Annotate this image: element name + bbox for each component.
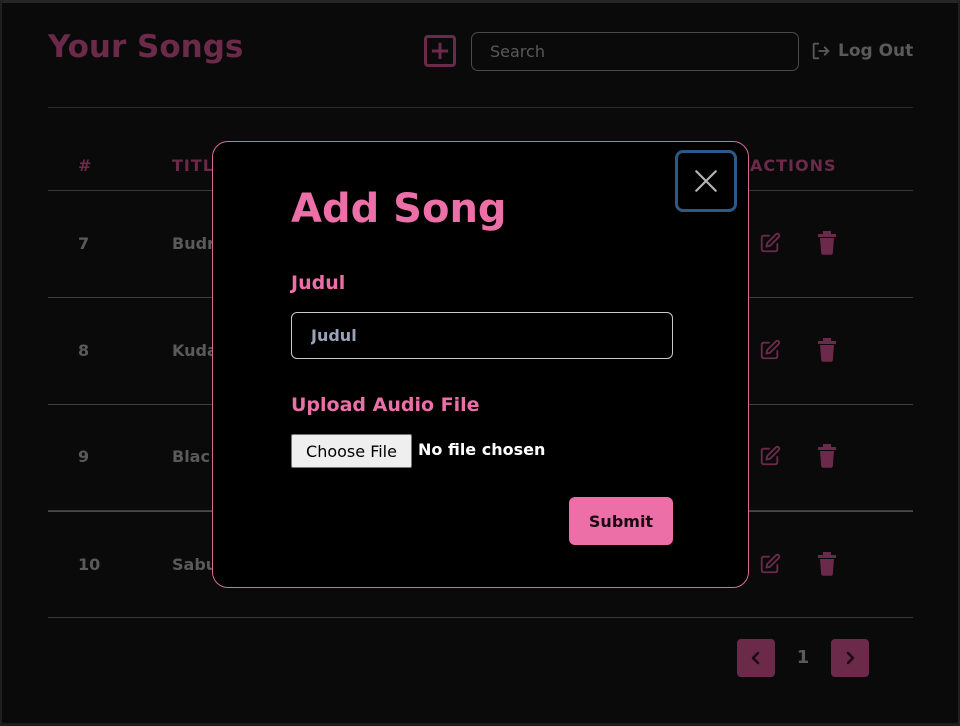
search-input[interactable] bbox=[471, 32, 799, 71]
page-title: Your Songs bbox=[48, 29, 244, 65]
trash-icon[interactable] bbox=[817, 444, 837, 468]
row-number: 7 bbox=[78, 234, 90, 253]
choose-file-button[interactable]: Choose File bbox=[291, 434, 412, 468]
row-title: Blac bbox=[172, 447, 210, 466]
add-song-button[interactable]: + bbox=[424, 35, 456, 67]
trash-icon[interactable] bbox=[817, 231, 837, 255]
row-number: 10 bbox=[78, 555, 101, 574]
title-input[interactable] bbox=[291, 312, 673, 359]
current-page-number: 1 bbox=[796, 647, 810, 668]
upload-label: Upload Audio File bbox=[291, 394, 480, 416]
logout-icon bbox=[812, 42, 830, 60]
trash-icon[interactable] bbox=[817, 552, 837, 576]
file-status: No file chosen bbox=[418, 440, 546, 459]
logout-label: Log Out bbox=[838, 41, 914, 61]
chevron-right-icon bbox=[846, 651, 855, 665]
edit-icon[interactable] bbox=[759, 553, 781, 575]
app-window: Your Songs + Log Out # TITL ACTIONS 7 Bu… bbox=[0, 0, 960, 726]
title-field-label: Judul bbox=[291, 272, 346, 294]
table-bottom-divider bbox=[48, 617, 913, 618]
edit-icon[interactable] bbox=[759, 232, 781, 254]
column-title: TITL bbox=[172, 156, 214, 175]
header-divider bbox=[48, 107, 913, 108]
edit-icon[interactable] bbox=[759, 339, 781, 361]
row-title: Sabu bbox=[172, 555, 218, 574]
next-page-button[interactable] bbox=[831, 639, 869, 677]
column-actions: ACTIONS bbox=[750, 156, 837, 175]
trash-icon[interactable] bbox=[817, 338, 837, 362]
row-number: 8 bbox=[78, 341, 90, 360]
add-song-modal: Add Song Judul Upload Audio File Choose … bbox=[212, 141, 749, 588]
logout-button[interactable]: Log Out bbox=[810, 39, 913, 63]
plus-square-icon: + bbox=[429, 36, 451, 66]
row-title: Budr bbox=[172, 234, 215, 253]
column-number: # bbox=[78, 156, 93, 175]
close-button[interactable] bbox=[675, 150, 737, 212]
modal-title: Add Song bbox=[291, 186, 507, 232]
chevron-left-icon bbox=[751, 651, 760, 665]
submit-button[interactable]: Submit bbox=[569, 497, 673, 545]
previous-page-button[interactable] bbox=[737, 639, 775, 677]
edit-icon[interactable] bbox=[759, 445, 781, 467]
row-number: 9 bbox=[78, 447, 90, 466]
close-icon bbox=[695, 170, 717, 192]
row-title: Kuda bbox=[172, 341, 218, 360]
